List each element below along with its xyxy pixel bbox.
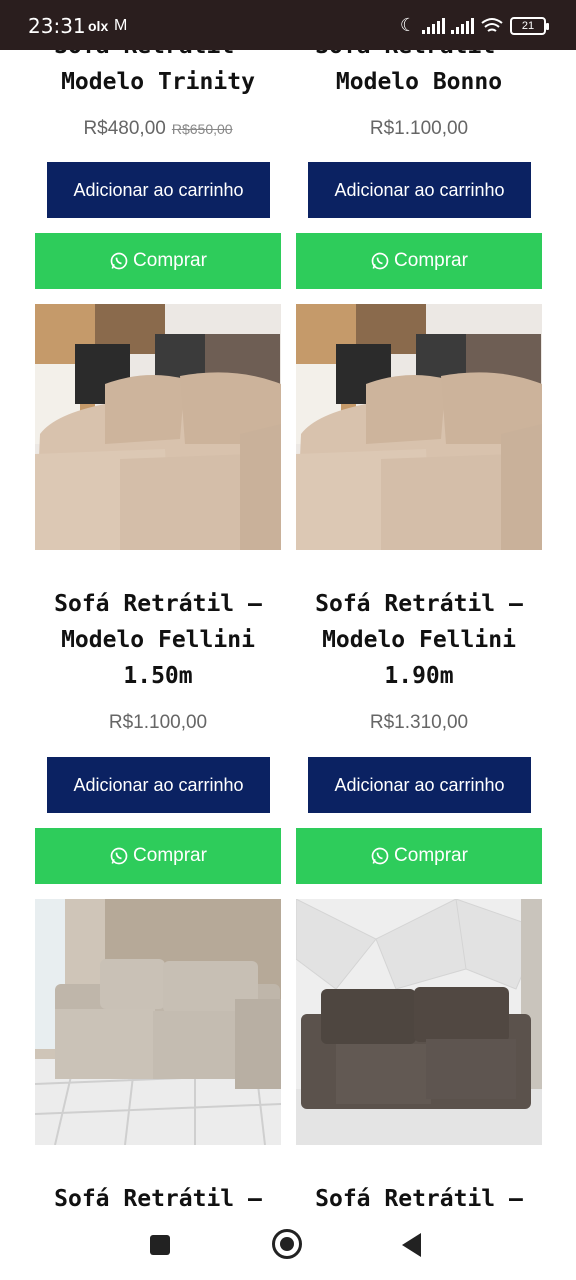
product-image[interactable] — [35, 899, 281, 1145]
product-title[interactable]: Sofá Retrátil – — [35, 1181, 281, 1217]
current-price: R$1.100,00 — [108, 712, 208, 733]
moon-icon: ☾ — [399, 15, 416, 35]
buy-whatsapp-button[interactable]: Comprar — [296, 828, 542, 884]
battery-icon: 21 — [510, 16, 549, 35]
status-time: 23:31 — [28, 14, 86, 38]
dark-gray-sofa-photo — [296, 899, 542, 1145]
product-title-line: Modelo Trinity — [61, 69, 255, 95]
buy-button-label: Comprar — [394, 845, 468, 866]
product-title[interactable]: Sofá Retrátil – — [296, 1181, 542, 1217]
product-price: R$480,00 R$650,00 — [35, 118, 281, 140]
signal-icon — [422, 17, 445, 34]
product-price: R$1.100,00 — [35, 712, 281, 734]
product-title-line: Sofá Retrátil – — [315, 591, 523, 617]
product-image[interactable] — [296, 304, 542, 550]
home-button[interactable] — [272, 1229, 302, 1259]
product-title-line: Sofá Retrátil – — [54, 1186, 262, 1212]
status-icons: ☾ 21 — [399, 15, 549, 36]
beige-sofa-photo — [296, 304, 542, 550]
wifi-icon — [481, 17, 503, 32]
recent-apps-button[interactable] — [150, 1235, 170, 1255]
old-price: R$650,00 — [171, 121, 233, 137]
product-title-line: Modelo Bonno — [335, 69, 503, 95]
product-title[interactable]: Sofá Retrátil – Modelo Fellini 1.50m — [35, 586, 281, 694]
product-image[interactable] — [35, 304, 281, 550]
product-image[interactable] — [296, 899, 542, 1145]
current-price: R$1.100,00 — [369, 118, 469, 139]
beige-sofa-photo — [35, 304, 281, 550]
whatsapp-icon — [110, 847, 128, 865]
add-to-cart-button[interactable]: Adicionar ao carrinho — [308, 162, 531, 218]
whatsapp-icon — [371, 252, 389, 270]
back-button[interactable] — [402, 1233, 421, 1257]
current-price: R$1.310,00 — [369, 712, 469, 733]
gmail-icon: M — [114, 17, 128, 34]
product-grid: Sofá Retrátil – Modelo Trinity R$480,00R… — [0, 0, 576, 1225]
product-title-line: 1.90m — [384, 663, 454, 689]
add-to-cart-button[interactable]: Adicionar ao carrinho — [47, 757, 270, 813]
product-title-line: 1.50m — [123, 663, 193, 689]
product-price: R$1.310,00 — [296, 712, 542, 734]
product-title-line: Modelo Fellini — [61, 627, 255, 653]
light-gray-sofa-photo — [35, 899, 281, 1145]
status-bar: 23:31 olx M ☾ 21 — [0, 0, 576, 50]
buy-button-label: Comprar — [394, 250, 468, 271]
whatsapp-icon — [371, 847, 389, 865]
product-title-line: Sofá Retrátil – — [54, 591, 262, 617]
product-price: R$1.100,00 — [296, 118, 542, 140]
buy-button-label: Comprar — [133, 845, 207, 866]
product-title-line: Modelo Fellini — [322, 627, 516, 653]
current-price: R$480,00 — [83, 118, 166, 139]
navigation-bar — [0, 1225, 576, 1280]
buy-whatsapp-button[interactable]: Comprar — [35, 233, 281, 289]
buy-whatsapp-button[interactable]: Comprar — [296, 233, 542, 289]
signal-icon — [451, 17, 474, 34]
buy-button-label: Comprar — [133, 250, 207, 271]
add-to-cart-button[interactable]: Adicionar ao carrinho — [47, 162, 270, 218]
whatsapp-icon — [110, 252, 128, 270]
product-title[interactable]: Sofá Retrátil – Modelo Fellini 1.90m — [296, 586, 542, 694]
buy-whatsapp-button[interactable]: Comprar — [35, 828, 281, 884]
add-to-cart-button[interactable]: Adicionar ao carrinho — [308, 757, 531, 813]
olx-icon: olx — [88, 18, 109, 34]
product-title-line: Sofá Retrátil – — [315, 1186, 523, 1212]
